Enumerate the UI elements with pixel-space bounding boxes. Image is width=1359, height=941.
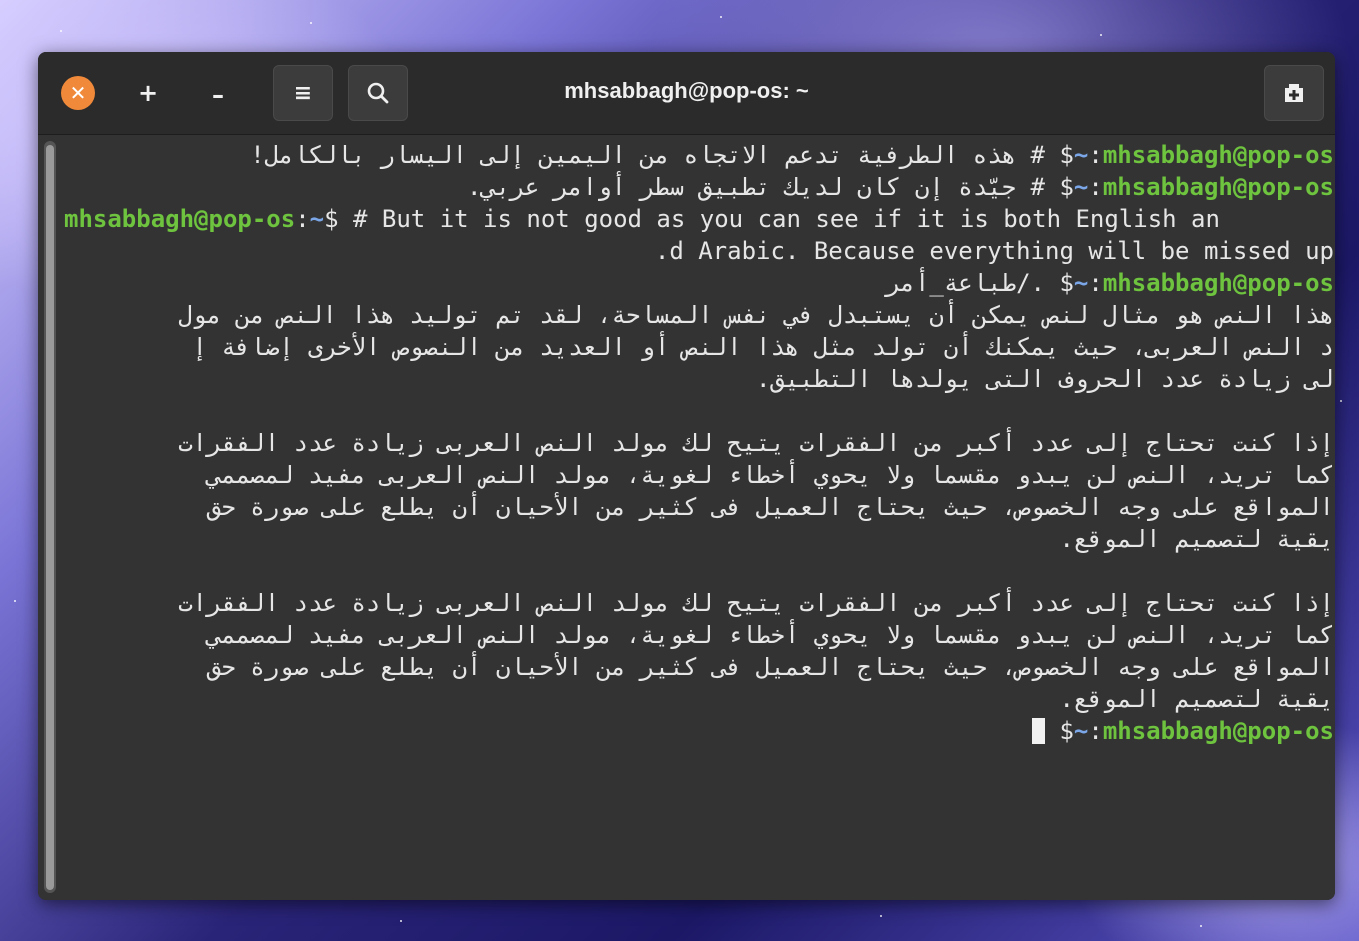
star <box>1100 34 1102 36</box>
close-button[interactable]: ✕ <box>61 76 95 110</box>
search-button[interactable] <box>348 65 408 121</box>
terminal-line: mhsabbagh@pop-os:~$ ./طباعة_أمر <box>886 269 1334 297</box>
star <box>1340 400 1342 402</box>
terminal-window: ✕ + – ≡ mhsabbagh@pop-os: ~ mhsabbagh@po… <box>38 52 1335 900</box>
star <box>880 915 882 917</box>
close-icon: ✕ <box>69 81 87 105</box>
terminal-line: يقية لتصميم الموقع. <box>1059 525 1334 553</box>
star <box>310 22 312 24</box>
terminal-line: إذا كنت تحتاج إلى عدد أكبر من الفقرات يت… <box>178 589 1334 617</box>
scrollbar-thumb[interactable] <box>46 145 54 890</box>
star <box>14 600 16 602</box>
terminal-text: mhsabbagh@pop-os:~$ # هذه الطرفية تدعم ا… <box>64 139 1334 747</box>
terminal-line-empty <box>64 555 1334 587</box>
text-cursor <box>1032 718 1045 744</box>
terminal-line: المواقع على وجه الخصوص، حيث يحتاج العميل… <box>206 493 1334 521</box>
search-icon <box>367 82 389 104</box>
star <box>60 30 62 32</box>
star <box>720 16 722 18</box>
terminal-line: كما تريد، النص لن يبدو مقسما ولا يحوي أخ… <box>206 621 1334 649</box>
hamburger-menu-icon: ≡ <box>293 80 313 106</box>
terminal-line-empty <box>64 395 1334 427</box>
star <box>400 920 402 922</box>
new-tab-icon <box>1285 84 1303 102</box>
decrease-size-button[interactable]: – <box>198 76 238 114</box>
plus-icon: + <box>137 79 159 107</box>
terminal-line: .d Arabic. Because everything will be mi… <box>654 237 1334 265</box>
terminal-line: لى زيادة عدد الحروف التى يولدها التطبيق. <box>756 365 1334 393</box>
window-title: mhsabbagh@pop-os: ~ <box>564 78 809 103</box>
terminal-output[interactable]: mhsabbagh@pop-os:~$ # هذه الطرفية تدعم ا… <box>38 135 1335 900</box>
terminal-line: mhsabbagh@pop-os:~$ # هذه الطرفية تدعم ا… <box>250 141 1334 169</box>
terminal-line: يقية لتصميم الموقع. <box>1059 685 1334 713</box>
terminal-line: كما تريد، النص لن يبدو مقسما ولا يحوي أخ… <box>206 461 1334 489</box>
new-tab-button[interactable] <box>1264 65 1324 121</box>
terminal-line: mhsabbagh@pop-os:~$ # جيّدة إن كان لديك … <box>467 173 1334 201</box>
terminal-line-prompt: mhsabbagh@pop-os:~$ <box>64 715 1334 747</box>
terminal-line: د النص العربى، حيث يمكنك أن تولد مثل هذا… <box>192 333 1335 361</box>
menu-button[interactable]: ≡ <box>273 65 333 121</box>
star <box>1200 925 1202 927</box>
terminal-line: إذا كنت تحتاج إلى عدد أكبر من الفقرات يت… <box>178 429 1334 457</box>
terminal-line: mhsabbagh@pop-os:~$ # But it is not good… <box>64 205 1220 233</box>
terminal-line: هذا النص هو مثال لنص يمكن أن يستبدل في ن… <box>178 301 1334 329</box>
increase-size-button[interactable]: + <box>128 76 168 110</box>
minus-icon: – <box>212 81 224 109</box>
terminal-line: المواقع على وجه الخصوص، حيث يحتاج العميل… <box>206 653 1334 681</box>
desktop-wallpaper: ✕ + – ≡ mhsabbagh@pop-os: ~ mhsabbagh@po… <box>0 0 1359 941</box>
headerbar: ✕ + – ≡ mhsabbagh@pop-os: ~ <box>38 52 1335 135</box>
